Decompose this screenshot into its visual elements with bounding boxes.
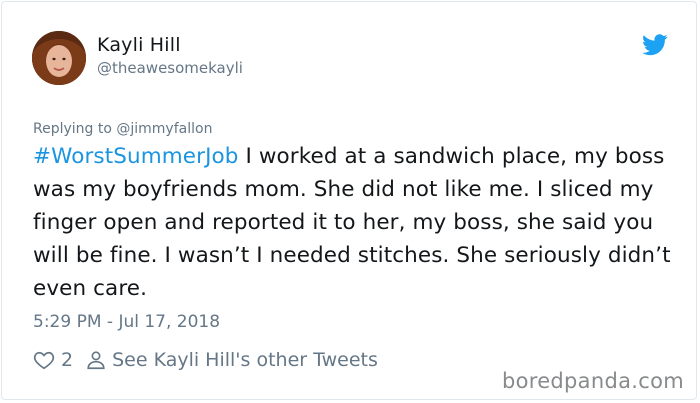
replying-to[interactable]: Replying to @jimmyfallon <box>33 121 212 137</box>
tweet-text: #WorstSummerJob I worked at a sandwich p… <box>33 140 673 305</box>
twitter-bird-icon[interactable] <box>642 34 668 56</box>
person-icon <box>85 349 107 371</box>
heart-icon[interactable] <box>33 349 55 371</box>
like-count: 2 <box>61 349 74 371</box>
tweet-actions: 2 See Kayli Hill's other Tweets <box>33 346 378 374</box>
user-handle[interactable]: @theawesomekayli <box>97 59 243 77</box>
watermark: boredpanda.com <box>501 369 684 393</box>
avatar[interactable] <box>32 31 86 85</box>
tweet-timestamp[interactable]: 5:29 PM - Jul 17, 2018 <box>33 312 220 332</box>
user-name[interactable]: Kayli Hill <box>97 34 181 56</box>
other-tweets-link[interactable]: See Kayli Hill's other Tweets <box>112 349 378 371</box>
hashtag-link[interactable]: #WorstSummerJob <box>33 144 239 169</box>
